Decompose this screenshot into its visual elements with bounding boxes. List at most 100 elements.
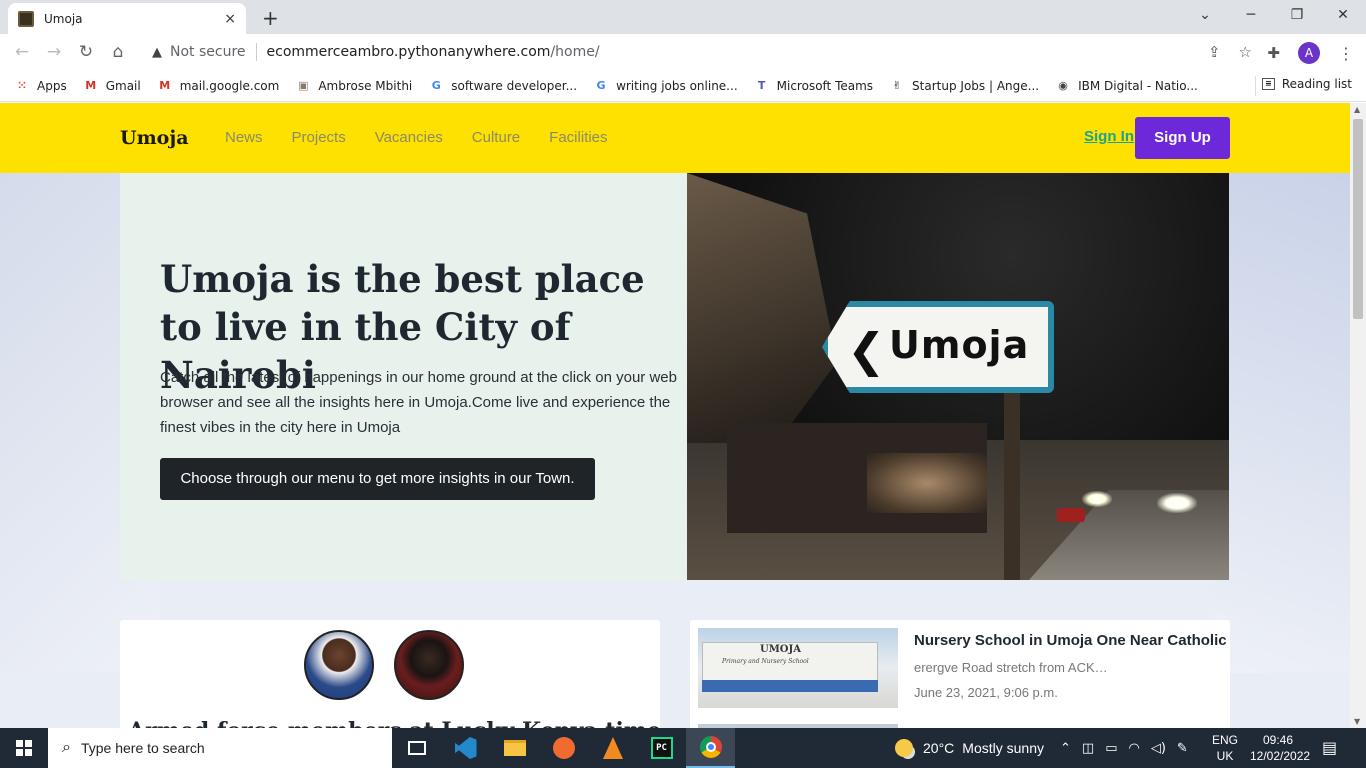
tray-pen-icon[interactable]: ✎ [1177, 741, 1188, 756]
bookmark-item[interactable]: ⁙ Apps [14, 78, 66, 94]
hero-description: Catch all the latest of happenings in ou… [160, 369, 677, 436]
page-viewport: Umoja News Projects Vacancies Culture Fa… [0, 103, 1350, 728]
profile-avatar[interactable]: A [1298, 42, 1320, 64]
vlc-taskbar-button[interactable] [588, 728, 637, 768]
taskbar-search[interactable]: ⌕ Type here to search [48, 728, 392, 768]
bookmark-item[interactable]: ◉ IBM Digital - Natio... [1055, 78, 1198, 94]
warning-icon[interactable]: ▲ [152, 45, 162, 60]
featured-title[interactable]: Armed force members at Lucky Kenya time [128, 718, 661, 728]
new-tab-button[interactable]: + [262, 6, 279, 30]
bookmark-item[interactable]: M Gmail [83, 78, 141, 94]
weather-widget[interactable]: 20°C Mostly sunny [895, 728, 1044, 768]
scrollbar-thumb[interactable] [1353, 119, 1363, 319]
minimize-button[interactable]: ─ [1228, 0, 1274, 30]
tray-chevron-icon[interactable]: ⌃ [1060, 741, 1071, 756]
close-tab-icon[interactable]: × [224, 11, 236, 27]
tray-wifi-icon[interactable]: ◠ [1129, 741, 1140, 756]
chrome-taskbar-button[interactable] [686, 728, 735, 768]
nav-link-projects[interactable]: Projects [292, 129, 346, 146]
url-host[interactable]: ecommerceambro.pythonanywhere.com [267, 44, 551, 60]
close-window-button[interactable]: ✕ [1320, 0, 1366, 30]
language-region: UK [1216, 749, 1234, 763]
reading-list-label: Reading list [1281, 77, 1352, 91]
extensions-puzzle-icon[interactable]: ✚ [1267, 44, 1280, 62]
folder-icon [503, 740, 526, 756]
bookmark-label: Startup Jobs | Ange... [912, 78, 1040, 93]
nav-link-vacancies[interactable]: Vacancies [375, 129, 443, 146]
thumbnail-school-subtitle: Primary and Nursery School [722, 658, 809, 665]
chrome-icon [699, 736, 722, 758]
news-date: June 23, 2021, 9:06 p.m. [914, 685, 1058, 700]
reload-button[interactable]: ↻ [70, 42, 102, 62]
restore-button[interactable]: ❐ [1274, 0, 1320, 30]
bookmark-item[interactable]: T Microsoft Teams [754, 78, 873, 94]
bookmark-item[interactable]: Gwriting jobs online... [593, 78, 738, 94]
omnibox-divider [255, 43, 257, 61]
forward-button[interactable]: → [38, 42, 70, 62]
bookmark-item[interactable]: Mmail.google.com [157, 78, 280, 94]
reading-list-icon: ≡ [1261, 78, 1275, 90]
apps-grid-icon: ⁙ [17, 78, 27, 92]
gmail-icon: M [85, 78, 97, 92]
nav-link-culture[interactable]: Culture [472, 129, 520, 146]
news-thumbnail[interactable]: UMOJA Primary and Nursery School [698, 628, 898, 708]
tab-search-chevron-icon[interactable]: ⌄ [1182, 0, 1228, 30]
vscode-taskbar-button[interactable] [441, 728, 490, 768]
hero-cta-button[interactable]: Choose through our menu to get more insi… [160, 458, 595, 500]
bookmark-label: software developer... [451, 78, 578, 93]
bookmark-item[interactable]: ✌ Startup Jobs | Ange... [889, 78, 1039, 94]
sign-in-link[interactable]: Sign In [1084, 128, 1134, 145]
tray-volume-icon[interactable]: ◁) [1151, 741, 1166, 756]
school-stripe [702, 680, 878, 692]
tray-battery-icon[interactable]: ▭ [1105, 741, 1117, 756]
tray-camera-icon[interactable]: ◫ [1082, 741, 1094, 756]
taskbar-clock[interactable]: 09:46 12/02/2022 [1250, 732, 1311, 764]
tab-title: Umoja [44, 11, 83, 26]
news-title[interactable]: Nursery School in Umoja One Near Catholi… [914, 632, 1227, 649]
site-navbar: Umoja News Projects Vacancies Culture Fa… [0, 103, 1350, 173]
pycharm-taskbar-button[interactable]: PC [637, 728, 686, 768]
language-indicator[interactable]: ENG UK [1212, 732, 1238, 764]
home-button[interactable]: ⌂ [102, 42, 134, 62]
notification-center-icon[interactable]: ▤ [1322, 738, 1337, 757]
reading-list-button[interactable]: ≡ Reading list [1261, 77, 1352, 91]
site-menu: News Projects Vacancies Culture Faciliti… [225, 129, 608, 146]
bookmarks-bar: ⁙ Apps M Gmail Mmail.google.com ▣ Ambrose Mbit… [0, 70, 1366, 102]
news-excerpt: erergve Road stretch from ACK… [914, 660, 1108, 675]
news-card[interactable]: UMOJA Primary and Nursery School Nursery… [690, 620, 1230, 728]
file-explorer-taskbar-button[interactable] [490, 728, 539, 768]
hero-image: ❮ Umoja [687, 173, 1229, 580]
bookmark-item[interactable]: ▣ Ambrose Mbithi [295, 78, 412, 94]
clock-date: 12/02/2022 [1250, 749, 1311, 763]
omnibox[interactable]: ▲ Not secure ecommerceambro.pythonanywhe… [140, 37, 1260, 67]
partly-sunny-icon [895, 739, 913, 757]
window-controls: ⌄ ─ ❐ ✕ [1182, 0, 1366, 30]
task-view-button[interactable] [392, 728, 441, 768]
image-stall-light [867, 453, 987, 513]
site-favicon-icon [18, 10, 34, 27]
share-icon[interactable]: ⇪ [1208, 43, 1221, 61]
featured-card[interactable]: Armed force members at Lucky Kenya time [120, 620, 661, 728]
bookmark-label: Ambrose Mbithi [318, 78, 413, 93]
scroll-up-icon[interactable]: ▲ [1354, 105, 1360, 114]
bookmark-star-icon[interactable]: ☆ [1239, 43, 1252, 61]
page-scrollbar[interactable]: ▲ ▼ [1350, 103, 1366, 728]
back-button[interactable]: ← [6, 42, 38, 62]
pycharm-icon: PC [650, 737, 673, 759]
bookmark-label: mail.google.com [179, 78, 280, 93]
weather-description: Mostly sunny [962, 740, 1044, 756]
menu-kebab-icon[interactable]: ⋮ [1338, 44, 1354, 63]
bookmark-item[interactable]: Gsoftware developer... [428, 78, 577, 94]
security-label[interactable]: Not secure [170, 44, 246, 60]
start-button[interactable] [0, 728, 48, 768]
site-brand[interactable]: Umoja [120, 127, 189, 149]
image-awning [687, 173, 837, 443]
sign-up-button[interactable]: Sign Up [1135, 117, 1230, 159]
scroll-down-icon[interactable]: ▼ [1354, 717, 1360, 726]
browser-tab[interactable]: Umoja × [8, 3, 246, 34]
orange-app-taskbar-button[interactable] [539, 728, 588, 768]
nav-link-news[interactable]: News [225, 129, 263, 146]
nav-link-facilities[interactable]: Facilities [549, 129, 607, 146]
url-path[interactable]: /home/ [550, 44, 599, 60]
bookmark-label: writing jobs online... [616, 78, 738, 93]
